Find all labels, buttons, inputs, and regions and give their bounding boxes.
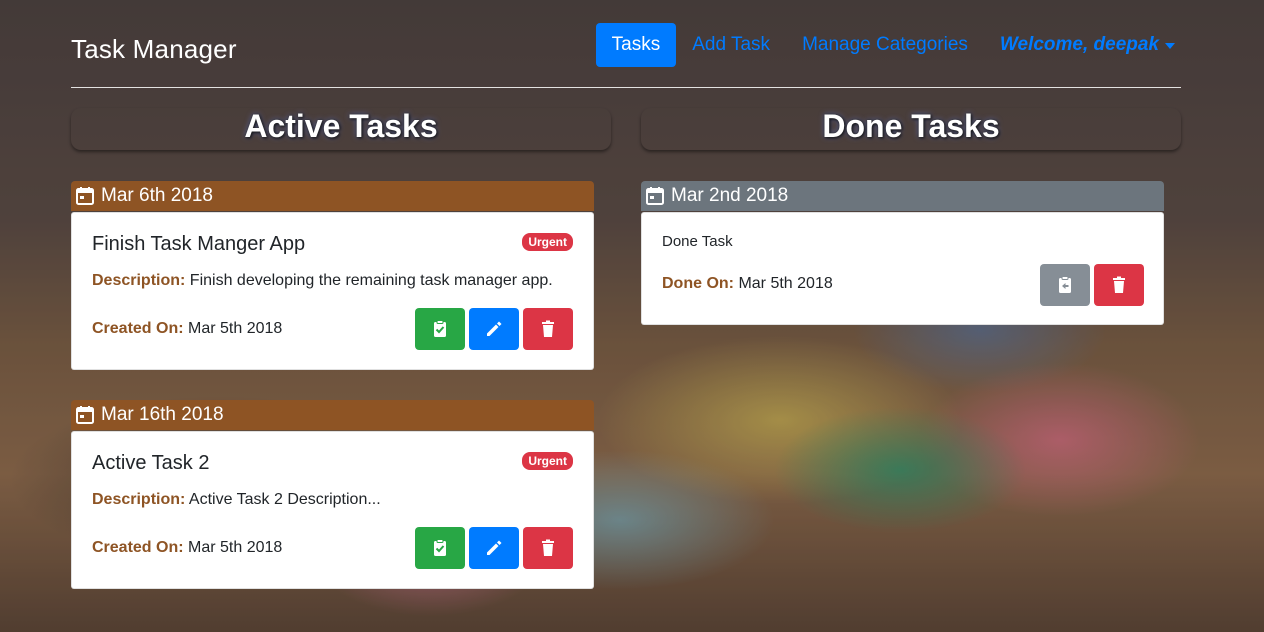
brand-title[interactable]: Task Manager bbox=[71, 34, 237, 65]
task-date: Mar 2nd 2018 bbox=[671, 185, 789, 206]
trash-icon bbox=[1113, 276, 1125, 293]
done-tasks-heading: Done Tasks bbox=[641, 108, 1181, 150]
description-value: Finish developing the remaining task man… bbox=[189, 272, 553, 289]
done-task-card: Done Task Done On: Mar 5th 2018 bbox=[641, 212, 1164, 325]
task-date: Mar 16th 2018 bbox=[101, 404, 224, 425]
task-date-header: Mar 6th 2018 bbox=[71, 181, 594, 211]
task-description: Description: Active Task 2 Description..… bbox=[92, 491, 381, 509]
urgent-badge: Urgent bbox=[522, 452, 573, 470]
description-label: Description: bbox=[92, 272, 186, 289]
complete-task-button[interactable] bbox=[415, 527, 465, 569]
nav-tasks[interactable]: Tasks bbox=[595, 23, 677, 67]
edit-task-button[interactable] bbox=[469, 527, 519, 569]
task-title: Finish Task Manger App bbox=[92, 233, 306, 255]
user-menu-dropdown[interactable]: Welcome, deepak bbox=[984, 23, 1181, 67]
nav-manage-categories[interactable]: Manage Categories bbox=[786, 23, 984, 67]
clipboard-check-icon bbox=[434, 539, 446, 556]
calendar-icon bbox=[646, 187, 664, 205]
done-on-value: Mar 5th 2018 bbox=[738, 275, 833, 292]
task-card: Finish Task Manger App Urgent Descriptio… bbox=[71, 212, 594, 370]
description-value: Active Task 2 Description... bbox=[188, 491, 381, 508]
done-on-label: Done On: bbox=[662, 275, 734, 292]
created-on-value: Mar 5th 2018 bbox=[188, 539, 283, 556]
pencil-icon bbox=[487, 321, 502, 336]
task-done-on: Done On: Mar 5th 2018 bbox=[662, 275, 833, 293]
created-on-label: Created On: bbox=[92, 539, 184, 556]
calendar-icon bbox=[76, 406, 94, 424]
calendar-icon bbox=[76, 187, 94, 205]
clipboard-check-icon bbox=[434, 320, 446, 337]
created-on-label: Created On: bbox=[92, 320, 184, 337]
delete-task-button[interactable] bbox=[523, 527, 573, 569]
caret-down-icon bbox=[1165, 43, 1175, 49]
trash-icon bbox=[542, 539, 554, 556]
navbar: Task Manager Tasks Add Task Manage Categ… bbox=[71, 22, 1181, 88]
task-date: Mar 6th 2018 bbox=[101, 185, 213, 206]
clipboard-return-icon bbox=[1059, 276, 1071, 293]
delete-task-button[interactable] bbox=[1094, 264, 1144, 306]
undo-task-button[interactable] bbox=[1040, 264, 1090, 306]
task-created-on: Created On: Mar 5th 2018 bbox=[92, 320, 282, 338]
edit-task-button[interactable] bbox=[469, 308, 519, 350]
done-task-date-header: Mar 2nd 2018 bbox=[641, 181, 1164, 211]
active-tasks-heading: Active Tasks bbox=[71, 108, 611, 150]
task-title: Done Task bbox=[662, 233, 733, 250]
urgent-badge: Urgent bbox=[522, 233, 573, 251]
nav-add-task[interactable]: Add Task bbox=[676, 23, 786, 67]
complete-task-button[interactable] bbox=[415, 308, 465, 350]
description-label: Description: bbox=[92, 491, 186, 508]
task-created-on: Created On: Mar 5th 2018 bbox=[92, 539, 282, 557]
created-on-value: Mar 5th 2018 bbox=[188, 320, 283, 337]
welcome-text: Welcome, deepak bbox=[999, 34, 1159, 55]
pencil-icon bbox=[487, 540, 502, 555]
delete-task-button[interactable] bbox=[523, 308, 573, 350]
task-date-header: Mar 16th 2018 bbox=[71, 400, 594, 430]
nav-menu: Tasks Add Task Manage Categories Welcome… bbox=[595, 23, 1181, 67]
task-description: Description: Finish developing the remai… bbox=[92, 272, 553, 290]
task-card: Active Task 2 Urgent Description: Active… bbox=[71, 431, 594, 589]
task-title: Active Task 2 bbox=[92, 452, 210, 474]
trash-icon bbox=[542, 320, 554, 337]
